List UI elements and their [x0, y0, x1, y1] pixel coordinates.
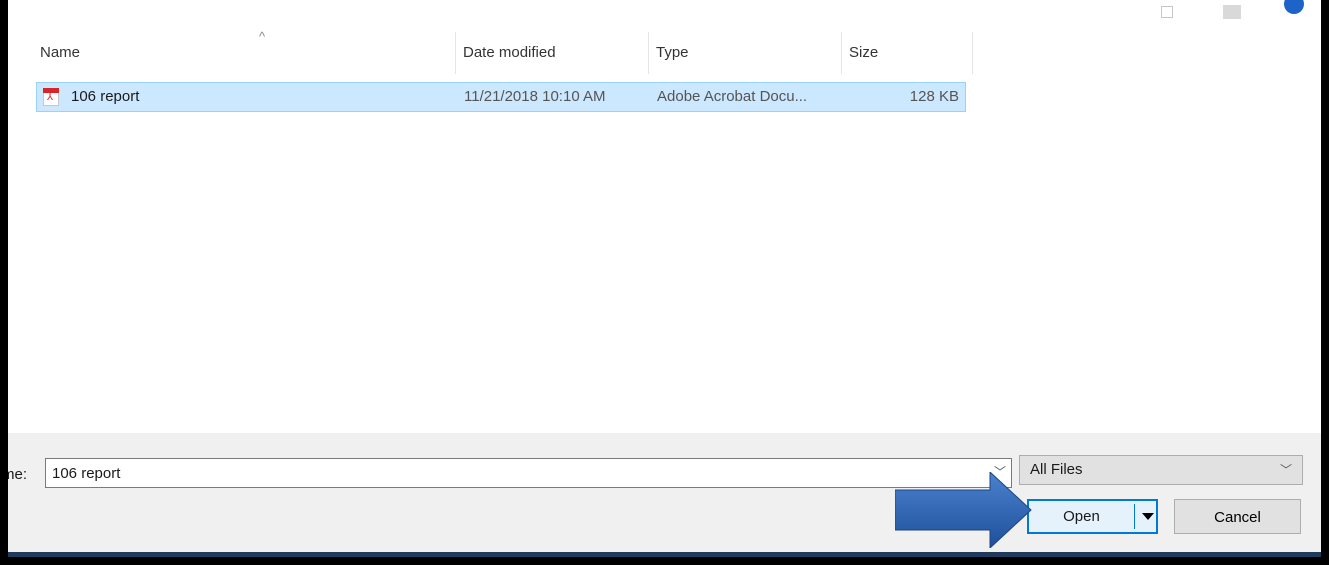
- file-type: Adobe Acrobat Docu...: [657, 88, 808, 105]
- column-divider[interactable]: [972, 32, 973, 74]
- chevron-down-icon: ﹀: [1279, 463, 1292, 477]
- file-size: 128 KB: [909, 88, 959, 105]
- file-name: 106 report: [71, 88, 140, 105]
- column-header-type[interactable]: Type: [649, 32, 841, 74]
- column-header-row: ^ Name Date modified Type Size: [8, 29, 1321, 74]
- column-header-type-label: Type: [656, 44, 689, 61]
- pdf-file-icon: [43, 88, 59, 106]
- file-date-modified: 11/21/2018 10:10 AM: [464, 88, 606, 105]
- cancel-button[interactable]: Cancel: [1174, 499, 1301, 534]
- view-options-icon[interactable]: [1161, 6, 1173, 18]
- top-toolbar-strip: [8, 0, 1321, 30]
- file-name-label: me:: [8, 466, 28, 483]
- file-type-selected-label: All Files: [1030, 461, 1083, 478]
- file-type-select[interactable]: All Files ﹀: [1019, 455, 1303, 485]
- column-header-size-label: Size: [849, 44, 879, 61]
- column-header-date-modified[interactable]: Date modified: [456, 32, 648, 74]
- file-row[interactable]: 106 report 11/21/2018 10:10 AM Adobe Acr…: [36, 82, 966, 112]
- open-split-button[interactable]: Open: [1027, 499, 1158, 534]
- column-header-name[interactable]: ^ Name: [33, 29, 455, 74]
- sort-ascending-icon: ^: [259, 29, 266, 44]
- preview-pane-icon[interactable]: [1223, 5, 1241, 19]
- split-divider: [1134, 504, 1135, 529]
- open-button[interactable]: Open: [1029, 501, 1134, 532]
- file-name-input[interactable]: [45, 458, 1012, 488]
- open-file-dialog: ^ Name Date modified Type Size 106 repor…: [8, 0, 1321, 557]
- column-header-name-label: Name: [40, 44, 81, 61]
- callout-arrow-icon: [895, 472, 1032, 548]
- column-header-date-label: Date modified: [463, 44, 556, 61]
- column-header-size[interactable]: Size: [842, 32, 972, 74]
- window-bottom-edge: [8, 552, 1321, 557]
- dialog-bottom-bar: me: ﹀ All Files ﹀ Open Cancel: [8, 433, 1321, 557]
- caret-down-icon[interactable]: [1142, 513, 1154, 520]
- help-icon[interactable]: [1284, 0, 1304, 14]
